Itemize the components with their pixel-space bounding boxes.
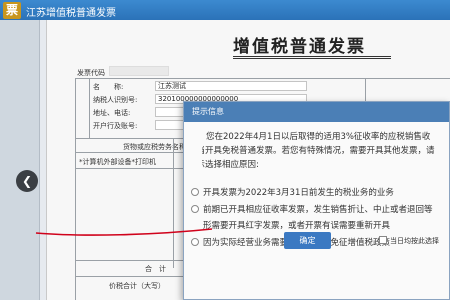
app-logo-icon: 票 bbox=[3, 2, 21, 19]
buyer-name-field[interactable]: 江苏测试 bbox=[155, 81, 307, 91]
goods-item-name[interactable]: *计算机外部设备*打印机 bbox=[79, 157, 156, 167]
checkbox-icon[interactable] bbox=[379, 236, 387, 244]
goods-col-divider bbox=[173, 138, 174, 268]
buyer-label-divider bbox=[89, 78, 90, 138]
goods-column-header: 货物或应税劳务名称 bbox=[123, 143, 186, 151]
invoice-code-field[interactable] bbox=[109, 66, 169, 76]
invoice-code-label: 发票代码 bbox=[77, 69, 105, 77]
table-border-left bbox=[75, 78, 76, 300]
buyer-name-label: 名 称: bbox=[93, 83, 124, 91]
table-border-top bbox=[75, 78, 450, 79]
buyer-address-label: 地址、电话: bbox=[93, 109, 131, 117]
left-panel bbox=[0, 20, 40, 300]
title-underline-double bbox=[233, 58, 391, 59]
title-underline bbox=[233, 56, 391, 57]
previous-page-button[interactable]: ❮ bbox=[16, 170, 38, 192]
app-title: 江苏增值税普通发票 bbox=[26, 8, 116, 19]
confirm-button[interactable]: 确定 bbox=[284, 232, 331, 249]
apply-all-day-checkbox[interactable]: 当日均按此选择 bbox=[379, 236, 439, 246]
app-titlebar: 票 江苏增值税普通发票 bbox=[0, 0, 450, 20]
total-label: 合 计 bbox=[145, 265, 166, 273]
dialog-actions: 确定 当日均按此选择 bbox=[183, 101, 450, 300]
buyer-taxid-label: 纳税人识别号: bbox=[93, 96, 138, 104]
buyer-bank-label: 开户行及账号: bbox=[93, 122, 138, 130]
checkbox-label: 当日均按此选择 bbox=[390, 237, 439, 245]
invoice-title: 增值税普通发票 bbox=[233, 37, 366, 57]
grand-total-label: 价税合计（大写） bbox=[109, 282, 165, 290]
